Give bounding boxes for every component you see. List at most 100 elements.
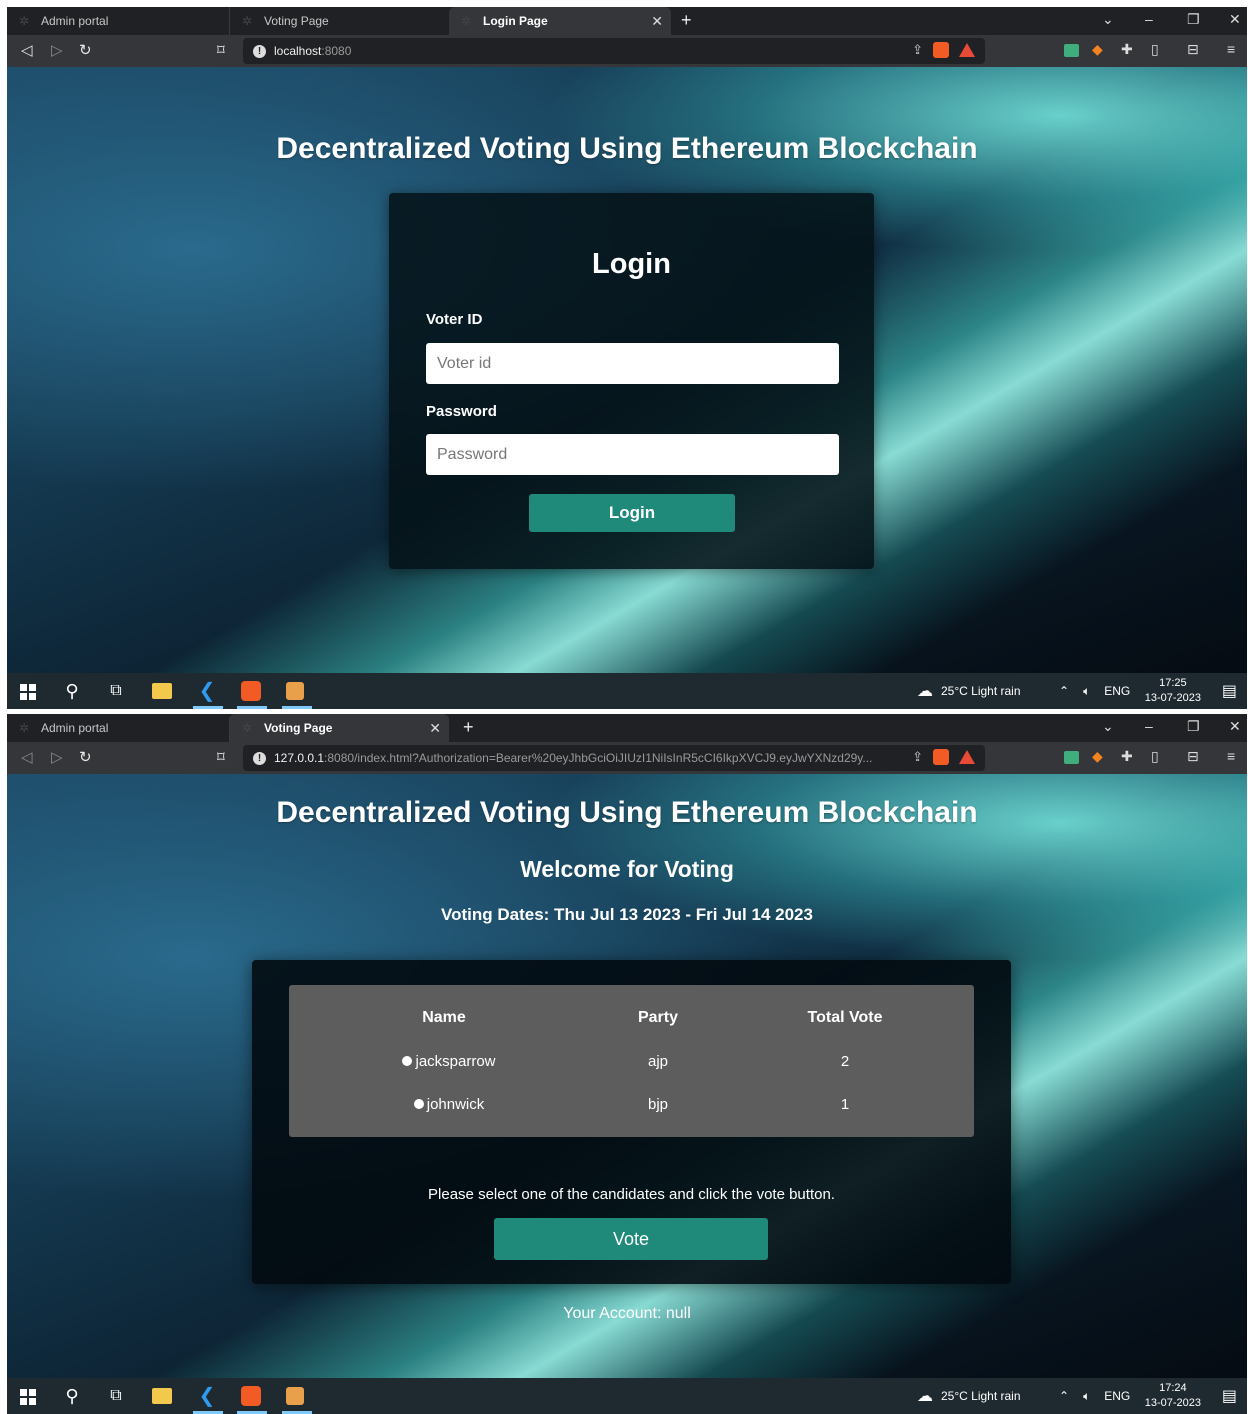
brave-rewards-icon[interactable] (959, 43, 975, 57)
menu-icon[interactable]: ≡ (1227, 41, 1235, 57)
search-icon[interactable]: ⚲ (61, 1385, 83, 1407)
tab-admin-portal[interactable]: ✲ Admin portal (7, 714, 229, 742)
menu-icon[interactable]: ≡ (1227, 748, 1235, 764)
metamask-icon[interactable]: ◆ (1092, 748, 1103, 765)
forward-icon[interactable]: ▷ (51, 748, 63, 766)
candidate-name-cell[interactable]: jacksparrow (374, 1053, 524, 1070)
chevron-up-icon[interactable]: ⌃ (1059, 684, 1069, 698)
cloud-rain-icon: ☁ (917, 1388, 933, 1405)
clock-date: 13-07-2023 (1144, 692, 1201, 704)
sidebar-icon[interactable]: ▯ (1151, 748, 1159, 765)
windows-start-icon[interactable] (17, 680, 39, 702)
voting-dates: Voting Dates: Thu Jul 13 2023 - Fri Jul … (441, 905, 813, 924)
login-button[interactable]: Login (529, 494, 735, 532)
clock[interactable]: 17:24 13-07-2023 (1145, 1381, 1201, 1411)
chevron-down-icon[interactable]: ⌄ (1102, 11, 1114, 28)
metamask-icon[interactable]: ◆ (1092, 41, 1103, 58)
clock[interactable]: 17:25 13-07-2023 (1145, 676, 1201, 706)
candidate-name: jacksparrow (415, 1053, 496, 1070)
minimize-icon[interactable]: – (1145, 718, 1153, 734)
favicon-icon: ✲ (242, 721, 253, 735)
tab-label: Admin portal (41, 721, 109, 735)
task-view-icon[interactable]: ⧉ (105, 1385, 127, 1407)
candidate-radio[interactable] (413, 1099, 424, 1109)
close-tab-icon[interactable]: ✕ (429, 720, 441, 737)
voter-id-input[interactable] (426, 343, 839, 384)
bookmark-icon[interactable]: ⌑ (217, 41, 225, 59)
search-icon[interactable]: ⚲ (61, 680, 83, 702)
file-explorer-icon[interactable] (152, 680, 174, 702)
windows-start-icon[interactable] (17, 1385, 39, 1407)
weather-widget[interactable]: ☁ 25°C Light rain (917, 673, 1021, 709)
address-bar[interactable]: ! 127.0.0.1:8080/index.html?Authorizatio… (243, 745, 985, 771)
tab-login-page[interactable]: ✲ Login Page ✕ (449, 7, 671, 35)
wallet-icon[interactable]: ⊟ (1187, 41, 1199, 58)
puzzle-icon[interactable]: ✚ (1121, 41, 1133, 58)
brave-shields-icon[interactable] (933, 749, 949, 765)
language-indicator[interactable]: ENG (1104, 684, 1130, 698)
cloud-rain-icon: ☁ (917, 683, 933, 700)
close-window-icon[interactable]: ✕ (1229, 11, 1241, 28)
tab-strip: ✲ Admin portal ✲ Voting Page ✲ Login Pag… (7, 7, 1247, 35)
favicon-icon: ✲ (242, 14, 253, 28)
share-icon[interactable]: ⇪ (912, 749, 923, 765)
tab-admin-portal[interactable]: ✲ Admin portal (7, 7, 229, 35)
welcome-heading: Welcome for Voting (520, 856, 734, 882)
login-heading: Login (592, 248, 671, 280)
notification-icon[interactable]: ▤ (1222, 681, 1237, 701)
share-icon[interactable]: ⇪ (912, 42, 923, 58)
restore-icon[interactable]: ❐ (1187, 11, 1200, 28)
restore-icon[interactable]: ❐ (1187, 718, 1200, 735)
app-box-icon[interactable] (286, 1385, 308, 1407)
address-bar[interactable]: ! localhost:8080 ⇪ (243, 38, 985, 64)
file-explorer-icon[interactable] (152, 1385, 174, 1407)
sidebar-icon[interactable]: ▯ (1151, 41, 1159, 58)
info-icon[interactable]: ! (253, 751, 266, 765)
reload-icon[interactable]: ↻ (79, 748, 92, 766)
weather-widget[interactable]: ☁ 25°C Light rain (917, 1378, 1021, 1414)
minimize-icon[interactable]: – (1145, 11, 1153, 27)
chevron-down-icon[interactable]: ⌄ (1102, 718, 1114, 735)
speaker-icon[interactable]: 🔈︎ (1083, 1389, 1090, 1404)
new-tab-icon[interactable]: + (463, 717, 474, 738)
wallet-icon[interactable]: ⊟ (1187, 748, 1199, 765)
puzzle-icon[interactable]: ✚ (1121, 748, 1133, 765)
instruction-text: Please select one of the candidates and … (428, 1186, 835, 1203)
brave-shields-icon[interactable] (933, 42, 949, 58)
bookmark-icon[interactable]: ⌑ (217, 748, 225, 766)
vscode-icon[interactable]: ❮ (196, 680, 218, 702)
extension-icon[interactable] (1064, 44, 1079, 57)
tab-label: Voting Page (264, 721, 333, 735)
candidate-votes: 1 (840, 1096, 850, 1113)
language-indicator[interactable]: ENG (1104, 1389, 1130, 1403)
back-icon[interactable]: ◁ (21, 41, 33, 59)
forward-icon[interactable]: ▷ (51, 41, 63, 59)
close-window-icon[interactable]: ✕ (1229, 718, 1241, 735)
notification-icon[interactable]: ▤ (1222, 1386, 1237, 1406)
brave-rewards-icon[interactable] (959, 750, 975, 764)
column-header-party: Party (637, 1009, 679, 1026)
vote-button[interactable]: Vote (494, 1218, 768, 1260)
brave-browser-icon[interactable] (241, 1385, 263, 1407)
chevron-up-icon[interactable]: ⌃ (1059, 1389, 1069, 1403)
back-icon[interactable]: ◁ (21, 748, 33, 766)
reload-icon[interactable]: ↻ (79, 41, 92, 59)
brave-browser-icon[interactable] (241, 680, 263, 702)
candidate-radio[interactable] (402, 1056, 413, 1066)
speaker-icon[interactable]: 🔈︎ (1083, 684, 1090, 699)
new-tab-icon[interactable]: + (681, 10, 692, 31)
system-tray: ⌃ 🔈︎ ENG (1059, 673, 1130, 709)
task-view-icon[interactable]: ⧉ (105, 680, 127, 702)
info-icon[interactable]: ! (253, 44, 266, 58)
close-tab-icon[interactable]: ✕ (651, 13, 663, 30)
active-indicator (282, 706, 312, 709)
app-box-icon[interactable] (286, 680, 308, 702)
tab-voting-page[interactable]: ✲ Voting Page (229, 7, 449, 35)
column-header-total-vote: Total Vote (807, 1009, 883, 1026)
extension-icon[interactable] (1064, 751, 1079, 764)
vscode-icon[interactable]: ❮ (196, 1385, 218, 1407)
candidate-name-cell[interactable]: johnwick (374, 1096, 524, 1113)
page-viewport: Decentralized Voting Using Ethereum Bloc… (7, 774, 1247, 1380)
password-input[interactable] (426, 434, 839, 475)
tab-voting-page[interactable]: ✲ Voting Page ✕ (229, 714, 449, 742)
